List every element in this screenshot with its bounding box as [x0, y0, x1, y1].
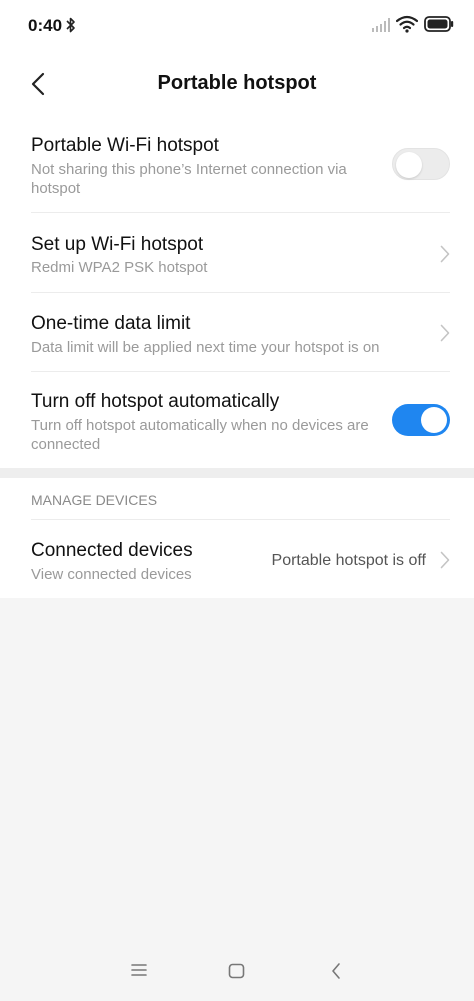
turn-off-hotspot-automatically-row[interactable]: Turn off hotspot automatically Turn off …	[0, 372, 474, 468]
wifi-icon	[395, 15, 419, 38]
chevron-right-icon	[440, 551, 450, 569]
connected-devices-status: Portable hotspot is off	[271, 552, 426, 569]
row-title: Connected devices	[31, 540, 193, 561]
turn-off-hotspot-automatically-toggle[interactable]	[392, 404, 450, 436]
toggle-knob	[396, 152, 422, 178]
status-time: 0:40	[28, 16, 63, 35]
home-icon[interactable]	[228, 963, 246, 984]
signal-icon	[372, 18, 392, 37]
row-title: Turn off hotspot automatically	[31, 391, 280, 412]
portable-wifi-hotspot-toggle[interactable]	[392, 148, 450, 180]
chevron-right-icon	[440, 324, 450, 342]
manage-devices-card: MANAGE DEVICES Connected devices View co…	[0, 478, 474, 598]
row-subtitle: View connected devices	[31, 566, 192, 583]
row-subtitle: Data limit will be applied next time you…	[31, 339, 380, 356]
section-gap	[0, 468, 474, 478]
one-time-data-limit-row[interactable]: One-time data limit Data limit will be a…	[0, 293, 474, 371]
toggle-knob	[421, 407, 447, 433]
header: Portable hotspot	[0, 54, 474, 114]
status-bar: 0:40	[0, 0, 474, 54]
chevron-right-icon	[440, 245, 450, 263]
row-subtitle: Turn off hotspot automatically when no d…	[31, 417, 369, 453]
back-icon[interactable]	[330, 962, 342, 985]
portable-wifi-hotspot-row[interactable]: Portable Wi-Fi hotspot Not sharing this …	[0, 114, 474, 212]
row-subtitle: Not sharing this phone’s Internet connec…	[31, 161, 347, 197]
row-title: Portable Wi-Fi hotspot	[31, 135, 219, 156]
row-subtitle: Redmi WPA2 PSK hotspot	[31, 259, 208, 276]
connected-devices-row[interactable]: Connected devices View connected devices…	[0, 520, 474, 598]
bluetooth-icon	[66, 16, 76, 39]
menu-icon[interactable]	[131, 963, 147, 982]
battery-icon	[424, 16, 454, 37]
row-title: One-time data limit	[31, 313, 191, 334]
row-title: Set up Wi-Fi hotspot	[31, 234, 204, 255]
section-header-manage-devices: MANAGE DEVICES	[31, 492, 158, 508]
setup-wifi-hotspot-row[interactable]: Set up Wi-Fi hotspot Redmi WPA2 PSK hots…	[0, 213, 474, 292]
hotspot-settings-card: Portable Wi-Fi hotspot Not sharing this …	[0, 114, 474, 468]
page-title: Portable hotspot	[157, 72, 317, 94]
navigation-bar	[0, 943, 474, 1001]
